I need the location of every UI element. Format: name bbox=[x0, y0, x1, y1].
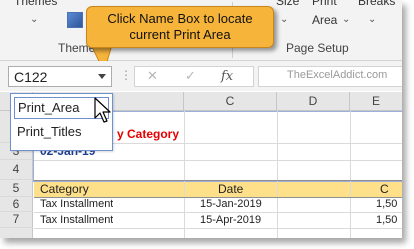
row-header[interactable]: 6 bbox=[0, 197, 33, 212]
gridline bbox=[34, 180, 402, 181]
formula-buttons: ✕ ✓ fx bbox=[134, 66, 254, 87]
excel-window: Themes ⌄ Theme Size ⌄ Print Area ⌄ Break… bbox=[0, 0, 402, 238]
mouse-pointer-icon bbox=[94, 97, 111, 123]
chevron-down-icon[interactable]: ⌄ bbox=[368, 14, 376, 25]
row-number: 5 bbox=[12, 181, 20, 195]
callout-text-line1: Click Name Box to locate bbox=[107, 11, 253, 26]
callout-text-line2: current Print Area bbox=[129, 27, 231, 42]
category-header-cell[interactable]: Category bbox=[40, 182, 89, 196]
row-header[interactable]: 5 bbox=[0, 180, 33, 197]
name-box[interactable]: C122 bbox=[8, 66, 112, 87]
amount-header-cell[interactable]: C bbox=[380, 182, 389, 196]
subtitle-cell[interactable]: y Category bbox=[117, 127, 179, 141]
chevron-down-icon[interactable]: ⌄ bbox=[342, 14, 350, 25]
column-label-d: D bbox=[308, 94, 318, 108]
date-cell[interactable]: 15-Jan-2019 bbox=[200, 198, 262, 210]
print-area-line1[interactable]: Print bbox=[312, 0, 337, 8]
column-label-e: E bbox=[371, 94, 380, 108]
insert-function-icon[interactable]: fx bbox=[221, 69, 233, 84]
breaks-button[interactable]: Breaks bbox=[358, 0, 395, 8]
cancel-icon[interactable]: ✕ bbox=[147, 68, 158, 84]
column-header-e[interactable]: E bbox=[350, 92, 402, 111]
name-box-value: C122 bbox=[14, 69, 48, 85]
chevron-down-icon[interactable]: ⌄ bbox=[30, 14, 38, 25]
gridline bbox=[184, 111, 185, 238]
gridline bbox=[277, 111, 278, 238]
page-setup-group-label: Page Setup bbox=[286, 41, 349, 55]
row-number: 4 bbox=[12, 162, 20, 176]
callout-text: Click Name Box to locate current Print A… bbox=[87, 11, 273, 43]
gridline bbox=[34, 228, 402, 229]
gridline bbox=[350, 111, 351, 238]
formula-input[interactable]: TheExcelAddict.com bbox=[258, 66, 402, 87]
row-header[interactable]: 7 bbox=[0, 212, 33, 228]
instruction-callout: Click Name Box to locate current Print A… bbox=[86, 6, 274, 48]
name-box-dropdown-arrow-icon[interactable] bbox=[98, 74, 106, 79]
category-cell[interactable]: Tax Installment bbox=[40, 198, 113, 210]
enter-icon[interactable]: ✓ bbox=[185, 68, 196, 84]
row-number: 7 bbox=[12, 212, 20, 226]
column-label-c: C bbox=[225, 94, 235, 108]
themes-button[interactable]: Themes bbox=[14, 0, 57, 8]
amount-cell[interactable]: 1,50 bbox=[376, 214, 397, 226]
column-header-c[interactable]: C bbox=[184, 92, 277, 111]
date-header-cell[interactable]: Date bbox=[218, 182, 243, 196]
formula-bar-grip: ⋮ bbox=[120, 68, 132, 82]
print-area-line2[interactable]: Area bbox=[312, 13, 337, 27]
colors-swatch-icon[interactable] bbox=[67, 12, 83, 28]
gridline bbox=[34, 160, 402, 161]
size-button[interactable]: Size bbox=[276, 0, 299, 8]
category-cell[interactable]: Tax Installment bbox=[40, 214, 113, 226]
column-header-d[interactable]: D bbox=[277, 92, 350, 111]
row-header[interactable] bbox=[0, 228, 33, 238]
date-cell[interactable]: 15-Apr-2019 bbox=[200, 214, 261, 226]
formula-bar: C122 ⋮ ✕ ✓ fx TheExcelAddict.com bbox=[0, 61, 402, 91]
chevron-down-icon[interactable]: ⌄ bbox=[280, 14, 288, 25]
gridline bbox=[34, 212, 402, 213]
watermark: TheExcelAddict.com bbox=[287, 69, 388, 81]
amount-cell[interactable]: 1,50 bbox=[376, 198, 397, 210]
row-number: 6 bbox=[12, 197, 20, 211]
row-header[interactable]: 4 bbox=[0, 160, 33, 180]
